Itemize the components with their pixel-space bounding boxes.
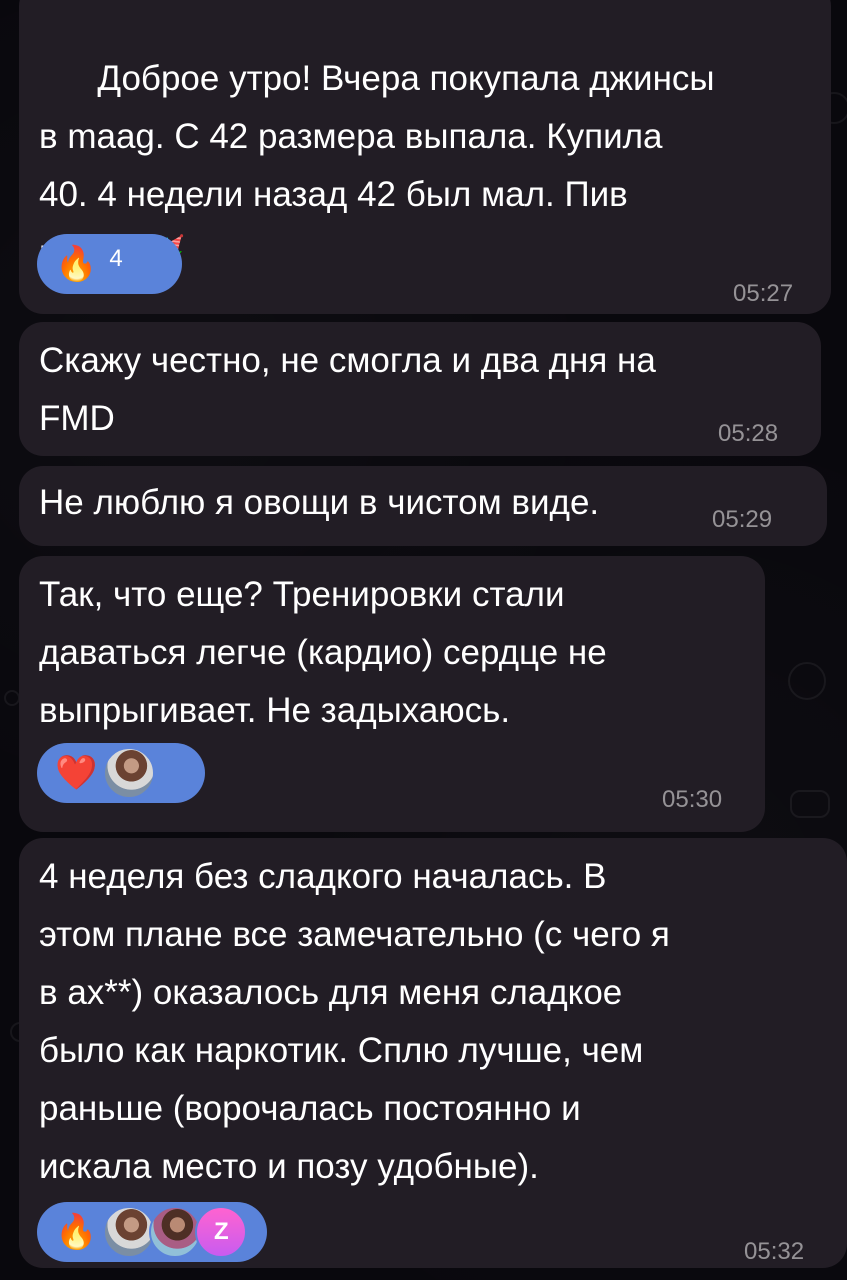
- reaction-count: 4: [109, 245, 123, 272]
- message-time: 05:28: [718, 420, 779, 447]
- background-doodle: [788, 662, 826, 700]
- user-avatar: [103, 1206, 156, 1258]
- reaction-avatars: [103, 747, 156, 799]
- user-avatar-letter: Z: [195, 1206, 248, 1258]
- message-bubble-5[interactable]: 4 неделя без сладкого началась. В этом п…: [19, 838, 847, 1268]
- message-bubble-3[interactable]: Не люблю я овощи в чистом виде. 05:29: [19, 466, 827, 546]
- message-bubble-1[interactable]: Доброе утро! Вчера покупала джинсы в maa…: [19, 0, 831, 314]
- user-avatar: [103, 747, 156, 799]
- user-avatar: [149, 1206, 202, 1258]
- background-doodle: [790, 790, 830, 818]
- message-text: Не люблю я овощи в чистом виде.: [39, 483, 600, 522]
- heart-icon: ❤️: [55, 754, 98, 792]
- message-time: 05:27: [733, 280, 794, 307]
- message-bubble-4[interactable]: Так, что еще? Тренировки стали даваться …: [19, 556, 765, 832]
- message-time: 05:32: [744, 1238, 805, 1265]
- message-bubble-2[interactable]: Скажу честно, не смогла и два дня на FMD…: [19, 322, 821, 456]
- reaction-pill[interactable]: 🔥 Z: [37, 1202, 267, 1262]
- background-doodle: [4, 690, 20, 706]
- fire-icon: 🔥: [55, 245, 98, 283]
- chat-background: Доброе утро! Вчера покупала джинсы в maa…: [0, 0, 847, 1280]
- reaction-pill[interactable]: ❤️: [37, 743, 205, 803]
- fire-icon: 🔥: [55, 1213, 98, 1251]
- message-text: Скажу честно, не смогла и два дня на FMD: [39, 341, 656, 438]
- reaction-avatars: Z: [103, 1206, 248, 1258]
- message-text: 4 неделя без сладкого началась. В этом п…: [39, 857, 670, 1186]
- message-text: Так, что еще? Тренировки стали даваться …: [39, 575, 607, 730]
- message-time: 05:29: [712, 506, 773, 533]
- message-time: 05:30: [662, 786, 723, 813]
- reaction-pill[interactable]: 🔥 4: [37, 234, 182, 294]
